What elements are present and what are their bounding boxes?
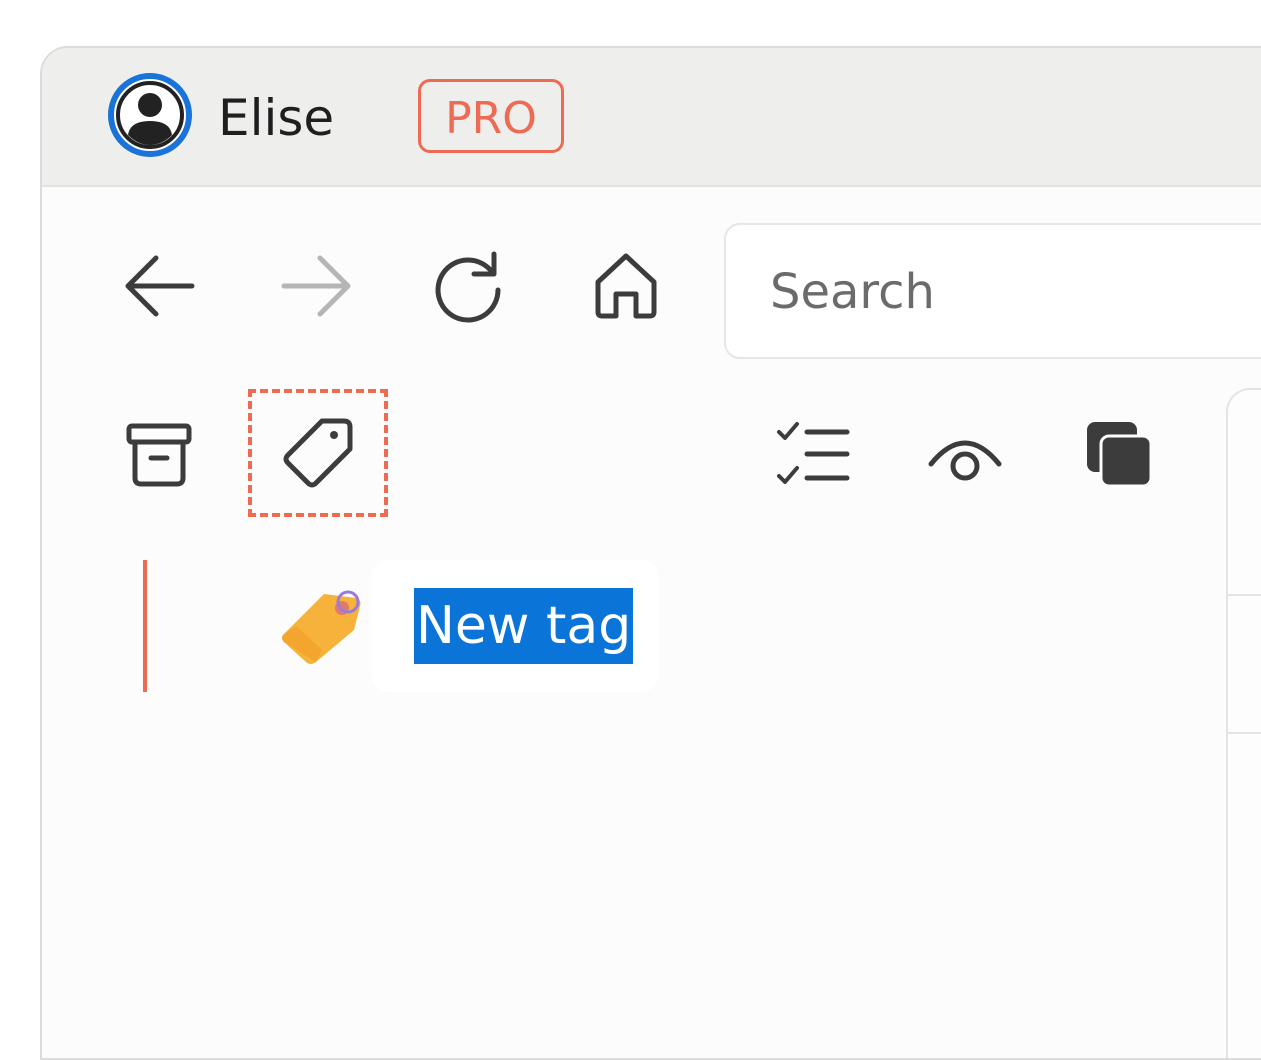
account-circle-icon[interactable] [106,71,194,159]
tag-icon [283,418,353,488]
tag-button[interactable] [248,389,388,517]
checklist-icon [777,422,850,484]
arrow-right-icon [281,255,351,317]
copy-icon [1087,422,1153,488]
archive-button[interactable] [114,409,204,499]
search-placeholder: Search [770,264,935,320]
duplicate-button[interactable] [1072,409,1162,499]
app-window: Elise PRO Search New tag [40,46,1261,1060]
eye-icon [928,440,1002,481]
home-button[interactable] [586,246,666,326]
tag-list-item[interactable]: New tag [276,560,658,692]
checklist-button[interactable] [768,411,858,501]
archive-icon [126,423,192,487]
pro-badge[interactable]: PRO [418,79,564,153]
right-panel [1226,388,1261,1058]
arrow-left-icon [125,255,195,317]
reload-icon [435,251,501,323]
visibility-button[interactable] [920,411,1010,501]
reload-button[interactable] [430,246,510,326]
panel-divider [1228,732,1261,734]
search-input[interactable]: Search [724,223,1261,359]
tree-guide-line [143,560,147,692]
back-button[interactable] [120,246,200,326]
tag-emoji-icon [282,590,361,664]
user-name: Elise [218,89,335,147]
title-bar: Elise PRO [42,48,1261,187]
forward-button[interactable] [276,246,356,326]
panel-divider [1228,594,1261,596]
home-icon [595,253,657,319]
tag-name-input[interactable]: New tag [414,588,634,664]
